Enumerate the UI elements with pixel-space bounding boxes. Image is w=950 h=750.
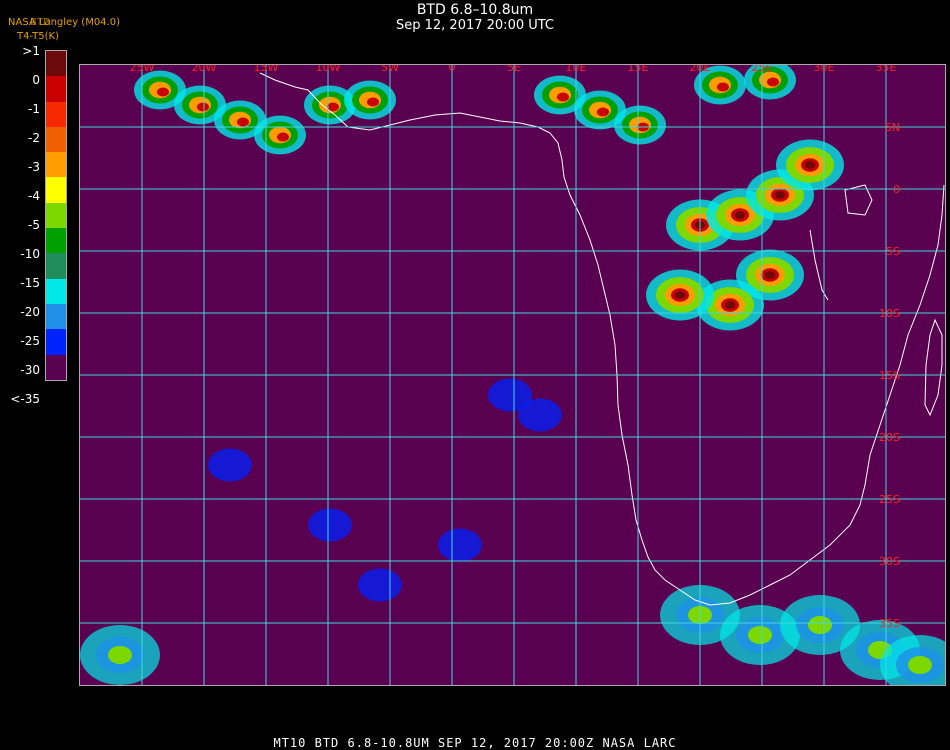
longitude-label: 30E <box>814 65 835 74</box>
cloud-blob <box>735 211 745 219</box>
footer-caption: MT10 BTD 6.8-10.8UM SEP 12, 2017 20:00Z … <box>273 736 677 750</box>
longitude-label: 5W <box>381 65 399 74</box>
image-title: BTD 6.8–10.8um <box>416 2 534 18</box>
latitude-label: 10S <box>879 307 900 320</box>
satellite-map: 25W 20W 15W 10W 5W 0 5E 10E 15E 20E 25E 30E 35E 5N 0 5S… <box>79 64 946 686</box>
legend-label: -15 <box>20 276 40 290</box>
latitude-label: 25S <box>879 493 900 506</box>
cloud-blob <box>748 626 772 644</box>
latitude-label: 20S <box>879 431 900 444</box>
legend-swatch <box>46 354 66 380</box>
cloud-blob <box>108 646 132 664</box>
legend-swatch <box>46 126 66 153</box>
legend-label: 0 <box>32 73 40 87</box>
legend-swatch <box>46 329 66 355</box>
longitude-label: 10W <box>316 65 341 74</box>
longitude-label: 20W <box>192 65 217 74</box>
legend-swatch <box>46 152 66 178</box>
color-legend-bar <box>45 50 67 381</box>
latitude-label: 5N <box>885 121 900 134</box>
image-datetime: Sep 12, 2017 20:00 UTC <box>395 18 555 33</box>
legend-label: -2 <box>28 131 40 145</box>
legend-label: -1 <box>28 102 40 116</box>
legend-swatch <box>46 51 66 77</box>
cloud-blob <box>208 448 252 482</box>
latitude-label: 35S <box>879 617 900 630</box>
cloud-blob <box>367 97 379 107</box>
legend-label: -20 <box>20 305 40 319</box>
latitude-label: 5S <box>886 245 900 258</box>
cloud-blob <box>438 528 482 562</box>
cloud-blob <box>775 191 785 199</box>
cloud-blob <box>908 656 932 674</box>
cloud-blob <box>765 271 775 279</box>
cloud-blob <box>157 87 169 97</box>
legend-swatch <box>46 228 66 254</box>
cloud-blob <box>767 77 779 87</box>
longitude-label: 15E <box>628 65 649 74</box>
latitude-label: 30S <box>879 555 900 568</box>
cloud-blob <box>717 82 729 92</box>
longitude-label: 25E <box>752 65 773 74</box>
legend-label: -3 <box>28 160 40 174</box>
cloud-blob <box>518 398 562 432</box>
cloud-blob <box>358 568 402 602</box>
longitude-label: 10E <box>566 65 587 74</box>
cloud-blob <box>597 107 609 117</box>
longitude-label: 25W <box>130 65 155 74</box>
legend-swatch <box>46 177 66 203</box>
cloud-blob <box>308 508 352 542</box>
legend-label: -30 <box>20 363 40 377</box>
legend-label: -5 <box>28 218 40 232</box>
latitude-label: 15S <box>879 369 900 382</box>
longitude-label: 15W <box>254 65 279 74</box>
legend-swatch <box>46 202 66 229</box>
cloud-blob <box>805 161 815 169</box>
credit-label: NASA Langley (M04.0) <box>8 17 120 28</box>
legend-swatch <box>46 253 66 279</box>
cloud-blob <box>675 291 685 299</box>
cloud-blob <box>237 117 249 127</box>
legend-swatch <box>46 278 66 304</box>
longitude-label: 0 <box>449 65 456 74</box>
legend-label: >1 <box>22 44 40 58</box>
legend-label: -10 <box>20 247 40 261</box>
longitude-label: 35E <box>876 65 897 74</box>
longitude-label: 5E <box>507 65 521 74</box>
legend-swatch <box>46 101 66 127</box>
latitude-label: 0 <box>893 183 900 196</box>
longitude-label: 20E <box>690 65 711 74</box>
cloud-blob <box>197 102 209 112</box>
legend-label: <-35 <box>10 392 40 406</box>
legend-swatch <box>46 303 66 330</box>
legend-label: -25 <box>20 334 40 348</box>
units-label: T4-T5(K) <box>17 31 59 42</box>
legend-label: -4 <box>28 189 40 203</box>
map-canvas: 25W 20W 15W 10W 5W 0 5E 10E 15E 20E 25E 30E 35E 5N 0 5S… <box>80 65 945 685</box>
cloud-blob <box>725 301 735 309</box>
cloud-blob <box>277 132 289 142</box>
cloud-blob <box>808 616 832 634</box>
cloud-blob <box>557 92 569 102</box>
legend-swatch <box>46 76 66 102</box>
